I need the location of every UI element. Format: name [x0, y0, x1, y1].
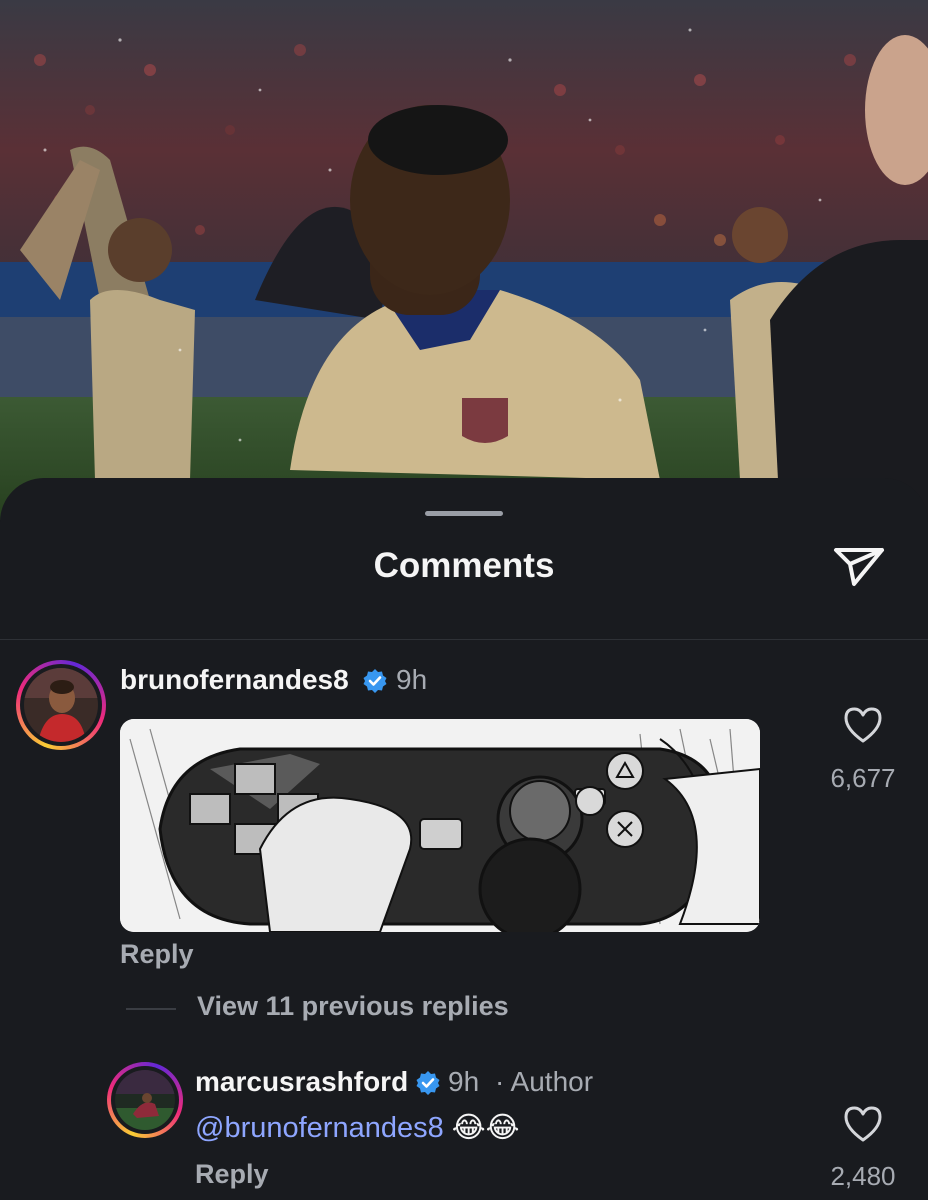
stadium-scene-image	[0, 0, 928, 520]
like-count: 6,677	[830, 763, 896, 793]
comment-text: @brunofernandes8 😂😂	[195, 1110, 520, 1145]
author-tag: · Author	[495, 1066, 594, 1097]
comment-username[interactable]: brunofernandes8	[120, 664, 349, 696]
view-previous-replies-button[interactable]: View 11 previous replies	[197, 991, 509, 1022]
avatar-story-ring[interactable]	[16, 660, 106, 750]
replies-divider-line	[126, 1008, 176, 1010]
comment-time: 9h	[448, 1066, 480, 1097]
verified-badge-icon	[363, 669, 387, 693]
reply-button[interactable]: Reply	[195, 1159, 269, 1190]
header-divider	[0, 639, 928, 640]
game-controller-manga-image	[120, 719, 760, 932]
screen: Comments brunofernandes8 9h Reply 6,677 …	[0, 0, 928, 1200]
sheet-title: Comments	[373, 546, 555, 585]
heart-icon[interactable]	[843, 706, 883, 744]
share-button[interactable]	[830, 544, 888, 590]
like-count: 2,480	[830, 1161, 896, 1191]
paper-plane-icon	[834, 548, 884, 586]
comment-gif-image[interactable]	[120, 719, 760, 932]
avatar	[115, 1070, 175, 1130]
comment-time: 9h	[396, 664, 428, 695]
heart-icon[interactable]	[843, 1105, 883, 1143]
avatar-story-ring[interactable]	[107, 1062, 183, 1138]
comment-username[interactable]: marcusrashford	[195, 1066, 408, 1098]
comments-sheet: Comments brunofernandes8 9h Reply 6,677 …	[0, 478, 928, 1200]
post-photo	[0, 0, 928, 520]
mention-link[interactable]: @brunofernandes8	[195, 1112, 444, 1144]
verified-badge-icon	[416, 1071, 440, 1095]
reply-button[interactable]: Reply	[120, 939, 194, 970]
emoji-text: 😂😂	[451, 1112, 520, 1144]
sheet-grabber-handle[interactable]	[425, 511, 503, 516]
avatar	[24, 668, 98, 742]
